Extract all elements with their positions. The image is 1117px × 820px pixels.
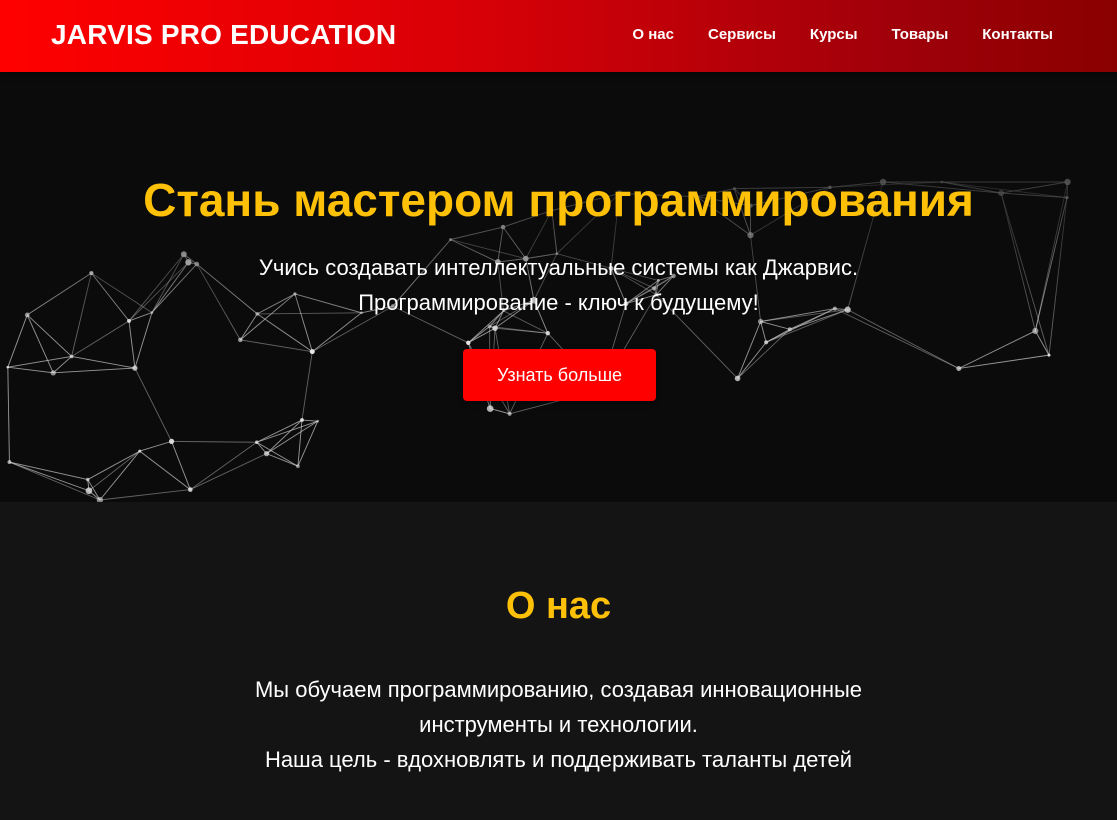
nav-link-products[interactable]: Товары [892,25,949,45]
nav-link-services[interactable]: Сервисы [708,25,776,45]
about-title: О нас [505,585,612,627]
about-text-line: Наша цель - вдохновлять и поддерживать т… [264,747,853,772]
hero-subtitle-line: Программирование - ключ к будущему! [358,290,759,315]
hero-title: Стань мастером программирования [143,174,974,226]
nav-link-contacts[interactable]: Контакты [982,25,1053,45]
nav-link-courses[interactable]: Курсы [810,25,858,45]
learn-more-button[interactable]: Узнать больше [463,349,656,401]
main-nav: О нас Сервисы Курсы Товары Контакты [632,25,1053,45]
site-logo[interactable]: JARVIS PRO EDUCATION [51,18,396,52]
hero-subtitle: Учись создавать интеллектуальные системы… [0,250,1117,320]
about-text: Мы обучаем программированию, создавая ин… [0,672,1117,777]
about-section: О нас Мы обучаем программированию, созда… [0,502,1117,820]
about-text-line: инструменты и технологии. [419,712,698,737]
about-text-line: Мы обучаем программированию, создавая ин… [254,677,863,702]
site-header: JARVIS PRO EDUCATION О нас Сервисы Курсы… [0,0,1117,72]
hero-subtitle-line: Учись создавать интеллектуальные системы… [258,255,859,280]
nav-link-about[interactable]: О нас [632,25,674,45]
page: JARVIS PRO EDUCATION О нас Сервисы Курсы… [0,0,1117,820]
hero-section: Стань мастером программирования Учись со… [0,72,1117,502]
